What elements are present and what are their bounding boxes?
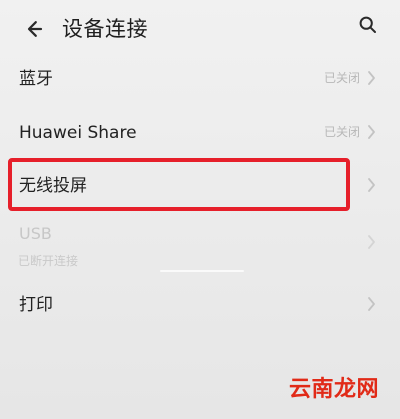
huawei-share-row[interactable]: Huawei Share 已关闭 [0,108,400,160]
wireless-projection-row[interactable]: 无线投屏 [0,161,400,213]
huawei-share-status: 已关闭 [323,125,360,139]
back-arrow-icon [23,19,43,39]
settings-screen: 设备连接 蓝牙 已关闭 Huawei Share 已关闭 无线投屏 USB 已断… [0,0,400,419]
bluetooth-label: 蓝牙 [19,69,53,89]
chevron-right-icon [367,234,377,250]
chevron-right-icon [367,124,377,140]
search-button[interactable] [354,11,382,39]
print-label: 打印 [19,295,53,315]
chevron-right-icon [367,177,377,193]
print-row[interactable]: 打印 [0,280,400,332]
bluetooth-row[interactable]: 蓝牙 已关闭 [0,54,400,106]
bluetooth-status: 已关闭 [323,71,360,85]
page-title: 设备连接 [62,17,148,41]
search-icon [358,15,378,35]
usb-label: USB [19,224,52,243]
top-bar: 设备连接 [0,0,400,58]
chevron-right-icon [367,70,377,86]
usb-status-text: 已断开连接 [18,254,79,268]
huawei-share-label: Huawei Share [19,123,137,143]
usb-row[interactable]: USB 已断开连接 [0,216,400,276]
touch-highlight-line [160,270,244,272]
wireless-projection-label: 无线投屏 [19,176,87,196]
chevron-right-icon [367,296,377,312]
watermark-text: 云南龙网 [288,377,379,402]
back-button[interactable] [18,14,48,44]
